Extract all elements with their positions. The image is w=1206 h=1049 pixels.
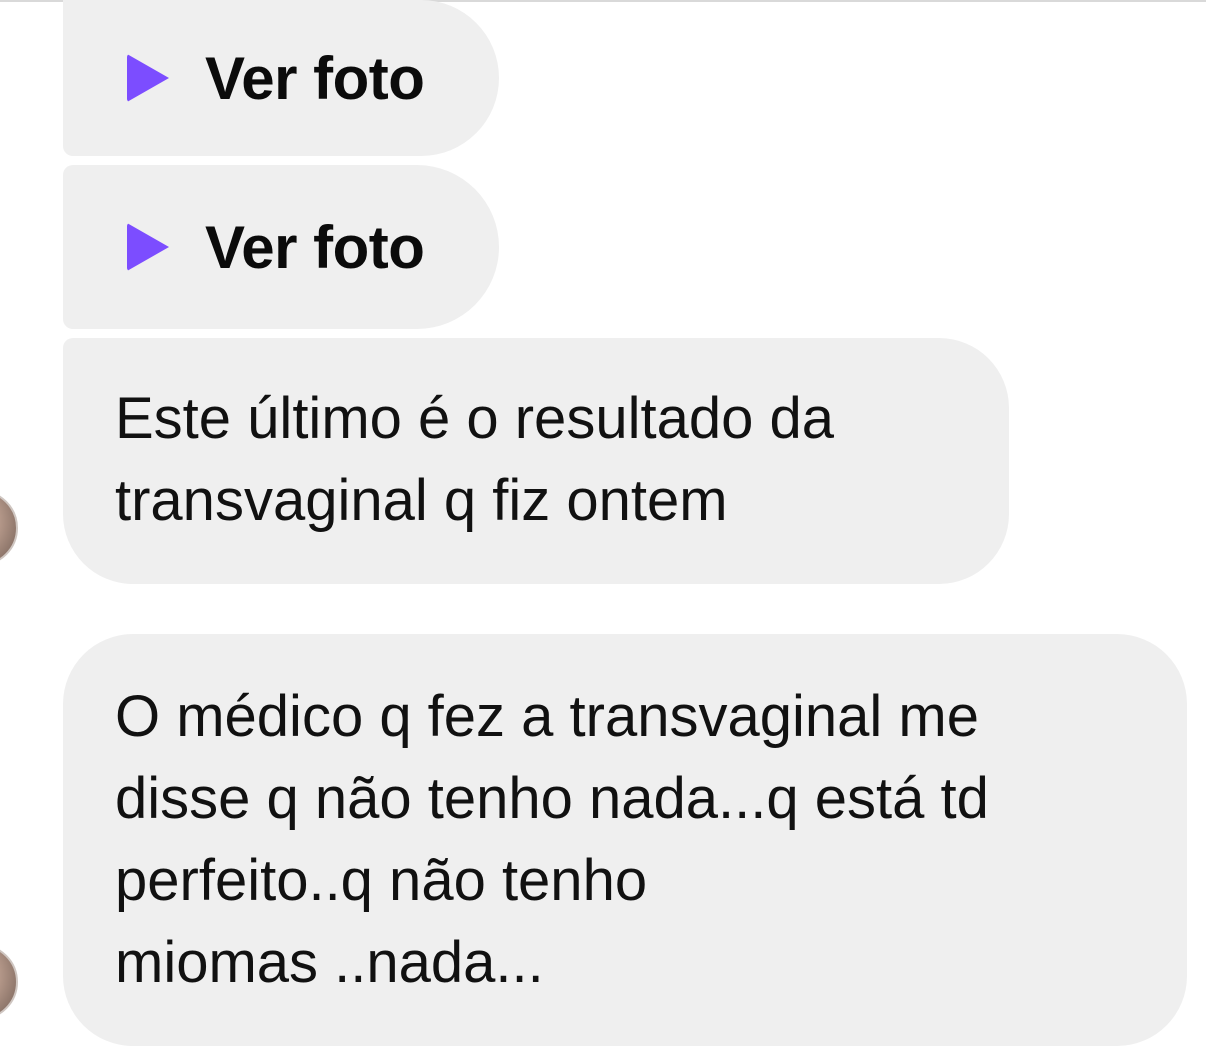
sender-avatar[interactable]	[0, 944, 18, 1020]
sender-avatar[interactable]	[0, 490, 18, 566]
message-text-line: transvaginal q fiz ontem	[115, 468, 728, 533]
message-text-line: perfeito..q não tenho	[115, 848, 648, 913]
play-icon	[127, 223, 169, 271]
view-photo-button[interactable]: Ver foto	[63, 165, 499, 329]
message-text-line: Este último é o resultado da	[115, 386, 834, 451]
message-text-line: O médico q fez a transvaginal me	[115, 684, 979, 749]
message-bubble[interactable]: O médico q fez a transvaginal me disse q…	[63, 634, 1187, 1046]
message-text-line: miomas ..nada...	[115, 930, 544, 995]
view-photo-label: Ver foto	[205, 44, 425, 112]
message-bubble[interactable]: Este último é o resultado da transvagina…	[63, 338, 1009, 584]
message-text-line: disse q não tenho nada...q está td	[115, 766, 989, 831]
play-icon	[127, 54, 169, 102]
view-photo-label: Ver foto	[205, 213, 425, 281]
view-photo-button[interactable]: Ver foto	[63, 0, 499, 156]
